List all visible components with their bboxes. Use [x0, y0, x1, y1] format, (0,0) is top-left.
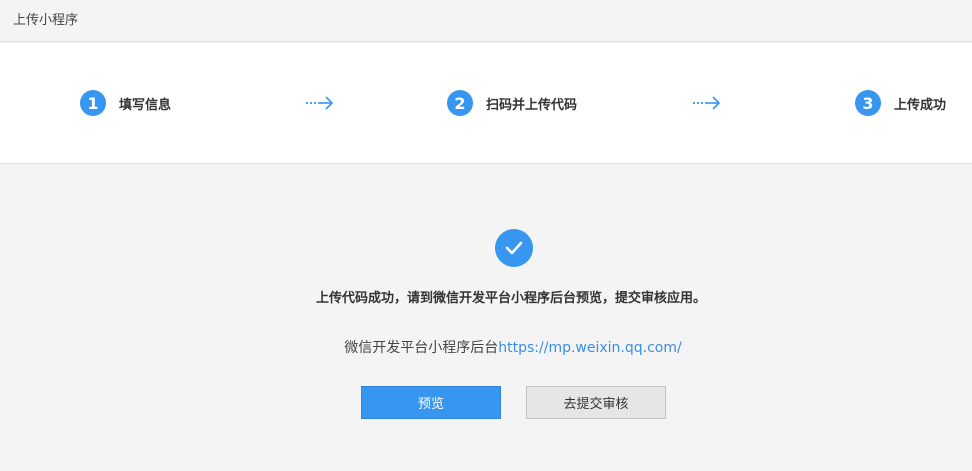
success-check-icon — [495, 229, 533, 267]
step-label: 上传成功 — [894, 97, 947, 113]
step-number-badge: 1 — [80, 90, 106, 116]
dotted-arrow-right-icon — [692, 96, 721, 110]
platform-link-line: 微信开发平台小程序后台https://mp.weixin.qq.com/ — [0, 337, 972, 357]
step-label: 填写信息 — [119, 97, 172, 113]
step-progress-bar: 1 填写信息 2 扫码并上传代码 3 上传成功 — [0, 43, 972, 164]
page-title: 上传小程序 — [13, 13, 79, 28]
step-number-badge: 3 — [855, 90, 881, 116]
step-scan-upload: 2 扫码并上传代码 — [447, 90, 577, 116]
step-number-badge: 2 — [447, 90, 473, 116]
platform-link[interactable]: https://mp.weixin.qq.com/ — [498, 340, 681, 356]
step-fill-info: 1 填写信息 — [80, 90, 171, 116]
preview-button[interactable]: 预览 — [361, 386, 501, 419]
link-prefix-text: 微信开发平台小程序后台 — [344, 340, 499, 356]
step-label: 扫码并上传代码 — [486, 97, 578, 113]
success-message: 上传代码成功，请到微信开发平台小程序后台预览，提交审核应用。 — [315, 291, 706, 306]
page-header: 上传小程序 — [0, 0, 972, 42]
dotted-arrow-right-icon — [305, 96, 334, 110]
step-upload-success: 3 上传成功 — [855, 90, 946, 116]
submit-review-button[interactable]: 去提交审核 — [526, 386, 666, 419]
